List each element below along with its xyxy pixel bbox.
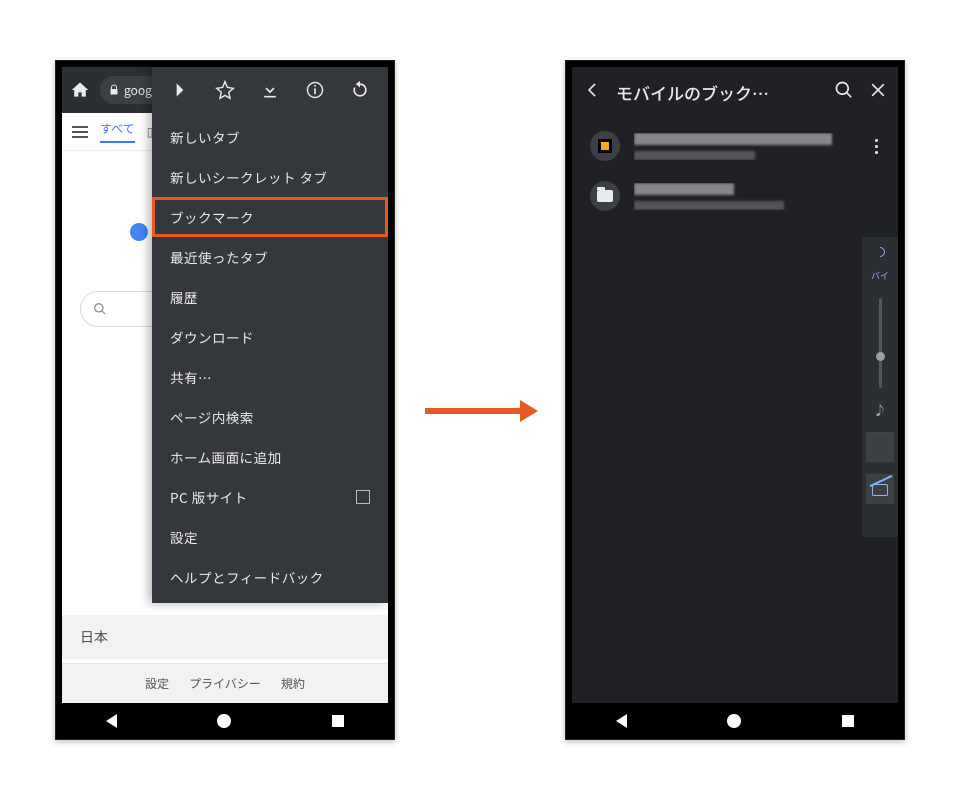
menu-item-label: ページ内検索: [170, 407, 254, 427]
tab-all[interactable]: すべて: [100, 120, 135, 143]
footer-link-privacy[interactable]: プライバシー: [189, 675, 261, 692]
nav-home-icon[interactable]: [727, 714, 741, 728]
forward-icon[interactable]: [170, 80, 190, 100]
home-icon[interactable]: [70, 80, 90, 100]
menu-item-label: 履歴: [170, 287, 198, 307]
menu-item-8[interactable]: ホーム画面に追加: [152, 437, 388, 477]
search-icon[interactable]: [834, 80, 854, 105]
bookmarks-list: [572, 117, 898, 225]
nav-recent-icon[interactable]: [842, 715, 854, 727]
android-navbar: [566, 703, 904, 739]
side-panel: バイ ♪: [862, 237, 898, 537]
menu-item-11[interactable]: ヘルプとフィードバック: [152, 557, 388, 597]
menu-item-1[interactable]: 新しいシークレット タブ: [152, 157, 388, 197]
menu-item-label: 新しいタブ: [170, 127, 240, 147]
menu-item-label: ホーム画面に追加: [170, 447, 282, 467]
cast-tile[interactable]: [866, 474, 894, 504]
menu-item-3[interactable]: 最近使ったタブ: [152, 237, 388, 277]
android-navbar: [56, 703, 394, 739]
menu-item-6[interactable]: 共有…: [152, 357, 388, 397]
menu-item-label: ブックマーク: [170, 207, 254, 227]
footer-country: 日本: [62, 615, 388, 659]
footer-link-settings[interactable]: 設定: [145, 675, 169, 692]
flow-arrow: [425, 400, 538, 422]
back-icon[interactable]: [582, 80, 602, 105]
menu-item-4[interactable]: 履歴: [152, 277, 388, 317]
menu-item-label: 共有…: [170, 367, 212, 387]
reload-icon[interactable]: [350, 80, 370, 100]
checkbox-icon[interactable]: [356, 490, 370, 504]
volume-icon[interactable]: [873, 245, 887, 259]
menu-item-2[interactable]: ブックマーク: [152, 197, 388, 237]
nav-back-icon[interactable]: [616, 714, 627, 728]
folder-icon: [597, 190, 613, 202]
screen-right: モバイルのブック…: [572, 67, 898, 703]
hamburger-icon[interactable]: [72, 126, 88, 138]
phone-left: google すべて ▯ 日本 設定 プライバシー 規約: [55, 60, 395, 740]
menu-item-7[interactable]: ページ内検索: [152, 397, 388, 437]
bookmark-url-redacted: [634, 151, 755, 160]
lock-icon: [108, 84, 120, 96]
chrome-overflow-menu: 新しいタブ新しいシークレット タブブックマーク最近使ったタブ履歴ダウンロード共有…: [152, 67, 388, 603]
more-icon[interactable]: [868, 139, 884, 154]
menu-item-label: 最近使ったタブ: [170, 247, 268, 267]
nav-home-icon[interactable]: [217, 714, 231, 728]
bookmark-title-redacted: [634, 133, 832, 145]
screen-left: google すべて ▯ 日本 設定 プライバシー 規約: [62, 67, 388, 703]
menu-item-label: 設定: [170, 527, 198, 547]
close-icon[interactable]: [868, 80, 888, 105]
footer-links: 設定 プライバシー 規約: [62, 663, 388, 703]
nav-back-icon[interactable]: [106, 714, 117, 728]
bookmark-item[interactable]: [572, 171, 898, 221]
star-icon[interactable]: [215, 80, 235, 100]
menu-item-5[interactable]: ダウンロード: [152, 317, 388, 357]
menu-item-label: ダウンロード: [170, 327, 254, 347]
side-label: バイ: [871, 269, 889, 282]
cast-icon: [872, 484, 888, 496]
menu-item-10[interactable]: 設定: [152, 517, 388, 557]
download-icon[interactable]: [260, 80, 280, 100]
side-tile[interactable]: [866, 432, 894, 462]
bookmark-url-redacted: [634, 201, 784, 210]
volume-slider[interactable]: [879, 298, 882, 388]
menu-item-label: 新しいシークレット タブ: [170, 167, 328, 187]
favicon-icon: [598, 139, 612, 153]
bookmarks-header: モバイルのブック…: [572, 67, 898, 117]
phone-right: モバイルのブック…: [565, 60, 905, 740]
menu-iconrow: [152, 67, 388, 113]
search-icon: [93, 302, 107, 316]
music-icon[interactable]: ♪: [873, 400, 887, 420]
menu-item-label: ヘルプとフィードバック: [170, 567, 324, 587]
menu-item-9[interactable]: PC 版サイト: [152, 477, 388, 517]
nav-recent-icon[interactable]: [332, 715, 344, 727]
bookmarks-title: モバイルのブック…: [616, 80, 769, 105]
google-logo: [130, 223, 148, 241]
bookmark-item[interactable]: [572, 121, 898, 171]
menu-item-label: PC 版サイト: [170, 487, 248, 507]
menu-item-0[interactable]: 新しいタブ: [152, 117, 388, 157]
bookmark-title-redacted: [634, 183, 734, 195]
info-icon[interactable]: [305, 80, 325, 100]
footer-link-terms[interactable]: 規約: [281, 675, 305, 692]
